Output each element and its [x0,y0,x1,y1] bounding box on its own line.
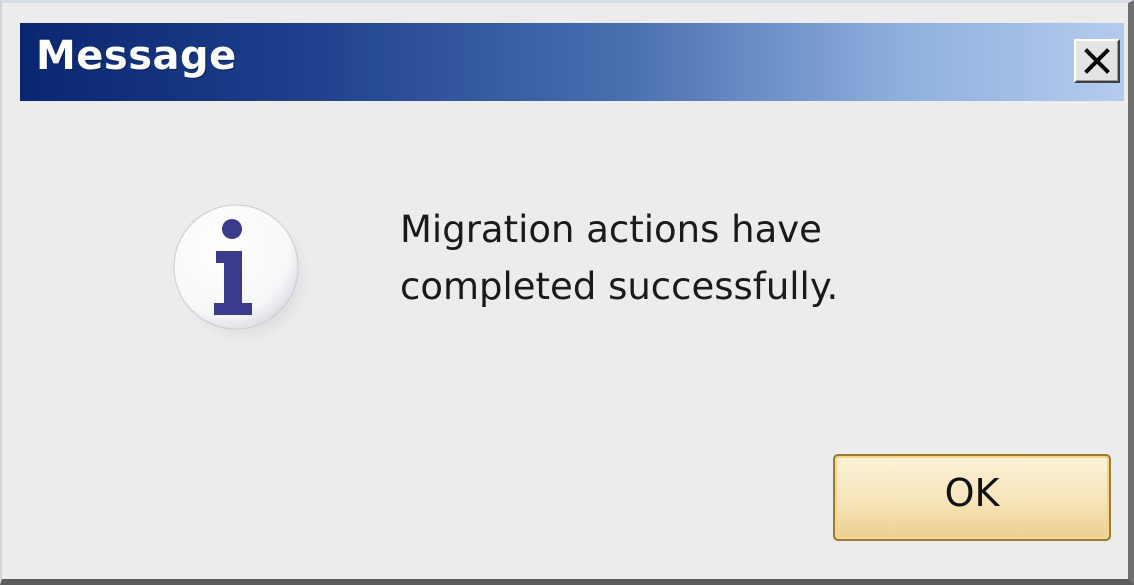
title-bar[interactable]: Message [20,23,1124,101]
close-icon [1084,48,1110,74]
close-button[interactable] [1074,39,1120,83]
message-line: completed successfully. [400,265,839,308]
message-dialog: Message Migration actions have completed… [0,0,1134,585]
information-icon [164,193,310,343]
dialog-title: Message [36,33,237,79]
ok-button[interactable]: OK [833,454,1111,541]
message-text: Migration actions have completed success… [400,201,920,315]
ok-button-label: OK [944,470,1000,515]
message-line: Migration actions have [400,208,822,251]
